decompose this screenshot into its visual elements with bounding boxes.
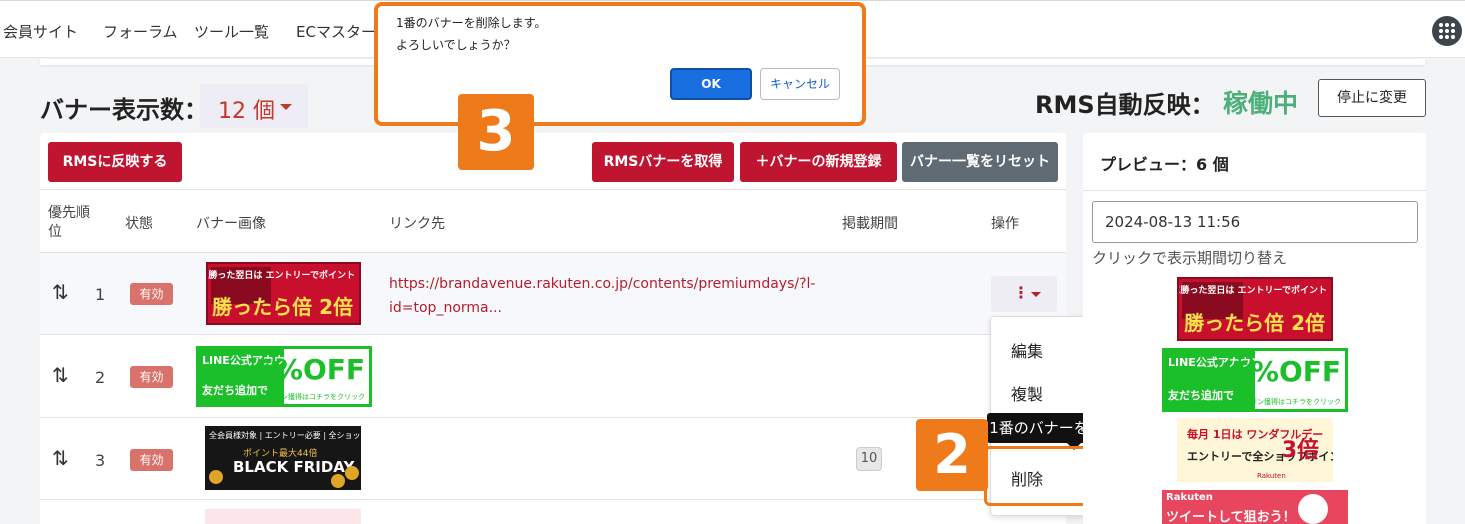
add-banner-button[interactable]: ＋バナーの新規登録 <box>740 142 897 182</box>
preview-banner-tweet: Rakuten ツイートして狙おう！ <box>1162 490 1348 524</box>
banner-image-partial <box>205 509 361 524</box>
stop-button[interactable]: 停止に変更 <box>1318 79 1426 117</box>
banner-image-victory: 試合に勝った翌日は エントリーでポイント 勝ったら倍 2倍 <box>206 262 361 325</box>
preview-banner-victory: 試合に勝った翌日は エントリーでポイント 勝ったら倍 2倍 <box>1177 277 1333 341</box>
dialog-message: 1番のバナーを削除します。 <box>396 16 547 30</box>
drag-handle-icon[interactable]: ⇅ <box>52 363 69 387</box>
menu-item-duplicate[interactable]: 複製 <box>1011 381 1043 405</box>
row-priority: 3 <box>95 451 106 470</box>
chevron-down-icon <box>1031 292 1041 297</box>
cancel-button[interactable]: キャンセル <box>760 68 840 100</box>
period-badge: 10 <box>856 447 882 471</box>
col-header-action: 操作 <box>991 216 1019 232</box>
drag-handle-icon[interactable]: ⇅ <box>52 446 69 470</box>
apply-rms-button[interactable]: RMSに反映する <box>48 142 182 182</box>
apps-grid-icon[interactable] <box>1432 16 1462 46</box>
banner-count-select[interactable]: 12 個 <box>200 84 308 128</box>
fetch-rms-button[interactable]: RMSバナーを取得 <box>592 142 734 182</box>
divider <box>1083 190 1426 191</box>
preview-datetime-input[interactable]: 2024-08-13 11:56 <box>1092 201 1418 243</box>
status-badge: 有効 <box>130 449 173 471</box>
col-header-period: 掲載期間 <box>842 216 898 232</box>
status-badge: 有効 <box>130 283 173 305</box>
preview-banner-wonderful: 毎月 1日は ワンダフルデー エントリーで全ショップポイント 3倍 Rakute… <box>1177 418 1333 482</box>
step-badge-3: 3 <box>458 94 534 170</box>
col-header-image: バナー画像 <box>196 216 266 232</box>
dialog-question: よろしいでしょうか？ <box>396 38 516 52</box>
reset-list-button[interactable]: バナー一覧をリセット <box>902 142 1058 182</box>
banner-image-line: LINE公式アカウント 友だち追加で 5%OFF クーポン獲得はコチラをクリック <box>196 346 372 407</box>
col-header-link: リンク先 <box>389 216 445 232</box>
divider <box>40 499 1066 500</box>
preview-title: プレビュー：6 個 <box>1100 155 1229 174</box>
preview-banner-line: LINE公式アカウント 友だち追加で 5%OFF クーポン獲得はコチラをクリック <box>1162 348 1348 412</box>
row-priority: 1 <box>95 285 106 304</box>
banner-image-black-friday: 全会員様対象 | エントリー必要 | 全ショップ対象 ポイント最大44倍 BLA… <box>205 426 361 490</box>
nav-item-member-site[interactable]: 会員サイト <box>3 21 78 42</box>
drag-handle-icon[interactable]: ⇅ <box>52 280 69 304</box>
kebab-icon: ⋮ <box>1013 283 1029 302</box>
rms-auto-label: RMS自動反映： <box>1035 91 1215 119</box>
nav-item-tools[interactable]: ツール一覧 <box>194 21 269 42</box>
col-header-priority: 優先順位 <box>48 205 90 240</box>
divider <box>40 189 1066 190</box>
menu-item-edit[interactable]: 編集 <box>1011 338 1043 362</box>
rms-status: 稼働中 <box>1223 89 1299 118</box>
divider <box>40 417 1066 418</box>
chevron-down-icon <box>280 104 292 110</box>
row-action-menu-button[interactable]: ⋮ <box>991 276 1057 312</box>
nav-item-forum[interactable]: フォーラム <box>103 21 178 42</box>
row-priority: 2 <box>95 368 106 387</box>
status-badge: 有効 <box>130 366 173 388</box>
banner-link[interactable]: https://brandavenue.rakuten.co.jp/conten… <box>389 272 829 320</box>
divider <box>40 334 1066 335</box>
col-header-status: 状態 <box>125 216 153 232</box>
ok-button[interactable]: OK <box>670 68 752 100</box>
preview-help-text[interactable]: クリックで表示期間切り替え <box>1092 247 1287 268</box>
step-badge-2: 2 <box>916 419 988 491</box>
banner-count-value: 12 個 <box>218 99 275 124</box>
banner-count-label: バナー表示数： <box>40 96 208 124</box>
